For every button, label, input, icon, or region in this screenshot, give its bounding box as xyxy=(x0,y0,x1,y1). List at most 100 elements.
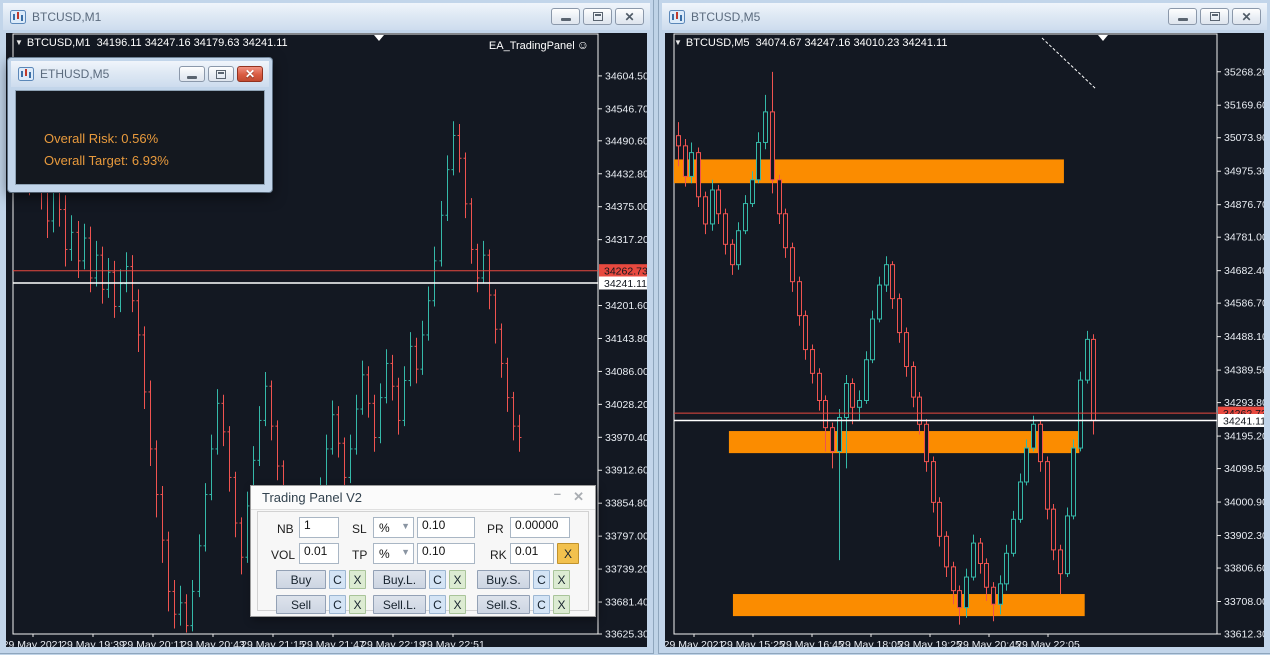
tp-label: TP xyxy=(352,548,367,562)
candle-body xyxy=(791,248,795,282)
candle-body xyxy=(871,319,875,360)
buy-x-button[interactable]: X xyxy=(349,570,366,589)
candle-body xyxy=(1025,448,1029,482)
chart-header-m1[interactable]: ▼BTCUSD,M1 34196.11 34247.16 34179.63 34… xyxy=(15,37,288,49)
nb-input[interactable]: 1 xyxy=(299,517,339,538)
y-axis-label: 34586.70 xyxy=(1224,298,1264,310)
risk-window-titlebar[interactable]: ETHUSD,M5 ✕ xyxy=(11,61,269,87)
scroll-marker-icon[interactable] xyxy=(1098,35,1108,41)
buy-button[interactable]: Buy xyxy=(276,570,326,589)
candle-body xyxy=(965,577,969,608)
candle-body xyxy=(737,231,741,265)
panel-close-button[interactable]: ✕ xyxy=(573,489,584,505)
x-axis-label: 29 May 18:05 xyxy=(839,639,903,647)
buy-limit-x-button[interactable]: X xyxy=(449,570,466,589)
sell-limit-x-button[interactable]: X xyxy=(449,595,466,614)
sl-value-input[interactable]: 0.10 xyxy=(417,517,475,538)
sell-c-button[interactable]: C xyxy=(329,595,346,614)
chart-client-m5[interactable]: ▼BTCUSD,M5 34074.67 34247.16 34010.23 34… xyxy=(665,33,1264,647)
panel-minimize-button[interactable]: – xyxy=(554,486,561,501)
tp-value-input[interactable]: 0.10 xyxy=(417,543,475,564)
y-axis-label: 35268.20 xyxy=(1224,66,1264,78)
x-axis-label: 29 May 22:05 xyxy=(1016,639,1080,647)
chart-header-m5[interactable]: ▼BTCUSD,M5 34074.67 34247.16 34010.23 34… xyxy=(674,37,947,49)
x-axis-label: 29 May 22:51 xyxy=(421,639,485,647)
tp-unit-select[interactable]: % ▼ xyxy=(373,543,414,564)
candle-body xyxy=(851,384,855,408)
scroll-marker-icon[interactable] xyxy=(374,35,384,41)
x-axis-label: 29 May 20:45 xyxy=(957,639,1021,647)
candle-body xyxy=(945,536,949,567)
candle-body xyxy=(912,367,916,398)
buy-c-button[interactable]: C xyxy=(329,570,346,589)
y-axis-label: 34143.80 xyxy=(605,333,647,345)
rk-x-button[interactable]: X xyxy=(557,543,579,564)
candle-body xyxy=(858,400,862,407)
candle-body xyxy=(1079,380,1083,448)
chart-window-icon xyxy=(10,10,26,24)
sell-limit-button[interactable]: Sell.L. xyxy=(373,595,426,614)
candle-body xyxy=(684,146,688,177)
sell-stop-button[interactable]: Sell.S. xyxy=(477,595,530,614)
close-button[interactable]: ✕ xyxy=(237,66,263,82)
buy-stop-x-button[interactable]: X xyxy=(553,570,570,589)
pr-input[interactable]: 0.00000 xyxy=(510,517,570,538)
y-axis-label: 34086.00 xyxy=(605,366,647,378)
chevron-down-icon: ▼ xyxy=(401,521,410,531)
close-button[interactable]: ✕ xyxy=(615,8,644,25)
risk-panel-body: Overall Risk: 0.56% Overall Target: 6.93… xyxy=(15,90,265,185)
sell-stop-c-button[interactable]: C xyxy=(533,595,550,614)
bid-price-tag-text: 34262.73 xyxy=(604,265,647,277)
rk-input[interactable]: 0.01 xyxy=(510,543,554,564)
supply-demand-zone[interactable] xyxy=(733,594,1085,616)
candle-body xyxy=(992,587,996,604)
buy-limit-c-button[interactable]: C xyxy=(429,570,446,589)
y-axis-label: 35073.90 xyxy=(1224,132,1264,144)
candle-body xyxy=(798,282,802,316)
candle-body xyxy=(979,543,983,563)
y-axis-label: 33970.40 xyxy=(605,432,647,444)
minimize-button[interactable] xyxy=(551,8,580,25)
minimize-icon xyxy=(187,76,197,79)
restore-button[interactable] xyxy=(208,66,234,82)
close-button[interactable]: ✕ xyxy=(1232,8,1261,25)
candle-body xyxy=(771,112,775,180)
maximize-button[interactable] xyxy=(583,8,612,25)
window-titlebar-m5[interactable]: BTCUSD,M5 ✕ xyxy=(662,3,1267,30)
window-ethusd-risk: ETHUSD,M5 ✕ Overall Risk: 0.56% Overall … xyxy=(8,58,272,192)
sell-button[interactable]: Sell xyxy=(276,595,326,614)
chevron-down-icon: ▼ xyxy=(674,38,682,47)
vol-input[interactable]: 0.01 xyxy=(299,543,339,564)
overall-target-value: Overall Target: 6.93% xyxy=(44,153,169,168)
trading-panel-titlebar[interactable]: Trading Panel V2 – ✕ xyxy=(251,486,595,510)
candle-body xyxy=(845,384,849,418)
candle-body xyxy=(824,400,828,427)
candle-body xyxy=(925,424,929,461)
candle-body xyxy=(717,190,721,214)
sell-x-button[interactable]: X xyxy=(349,595,366,614)
y-axis-label: 34389.50 xyxy=(1224,365,1264,377)
minimize-button[interactable] xyxy=(179,66,205,82)
price-chart-m5[interactable]: 35268.2035169.6035073.9034975.3034876.70… xyxy=(665,33,1264,647)
sl-unit-select[interactable]: % ▼ xyxy=(373,517,414,538)
buy-stop-button[interactable]: Buy.S. xyxy=(477,570,530,589)
y-axis-label: 34781.00 xyxy=(1224,232,1264,244)
last-price-tag-text: 34241.11 xyxy=(604,278,647,290)
chevron-down-icon: ▼ xyxy=(401,547,410,557)
sell-limit-c-button[interactable]: C xyxy=(429,595,446,614)
candle-body xyxy=(784,214,788,248)
trend-line[interactable] xyxy=(1042,38,1096,89)
window-title: BTCUSD,M5 xyxy=(691,10,1168,24)
sell-stop-x-button[interactable]: X xyxy=(553,595,570,614)
x-axis-label: 29 May 19:39 xyxy=(61,639,125,647)
buy-limit-button[interactable]: Buy.L. xyxy=(373,570,426,589)
window-btcusd-m5: BTCUSD,M5 ✕ ▼BTCUSD,M5 34074.67 34247.16… xyxy=(659,0,1270,653)
candle-body xyxy=(972,543,976,577)
supply-demand-zone[interactable] xyxy=(674,159,1064,183)
x-axis-label: 29 May 20:11 xyxy=(122,639,185,647)
minimize-button[interactable] xyxy=(1168,8,1197,25)
candle-body xyxy=(818,373,822,400)
window-titlebar-m1[interactable]: BTCUSD,M1 ✕ xyxy=(3,3,650,30)
maximize-button[interactable] xyxy=(1200,8,1229,25)
buy-stop-c-button[interactable]: C xyxy=(533,570,550,589)
